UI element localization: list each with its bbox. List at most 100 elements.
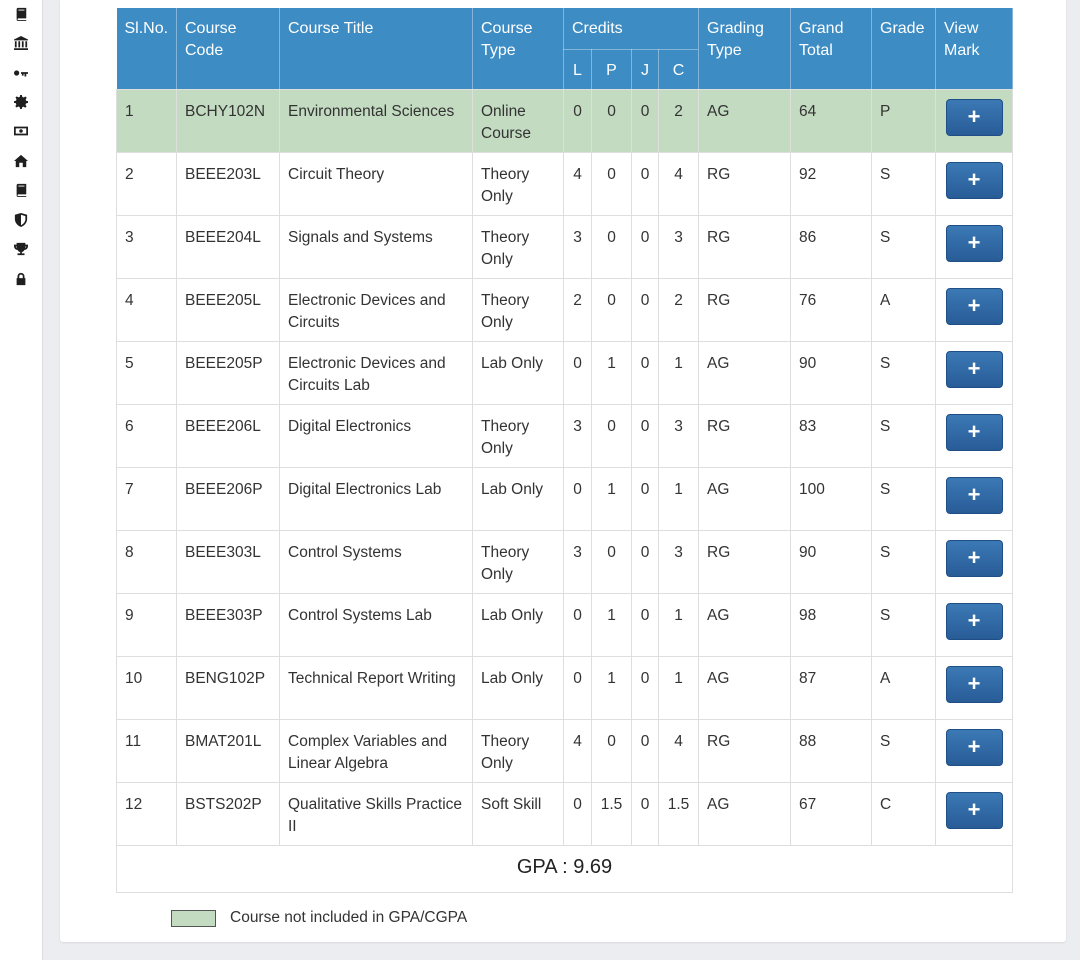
view-mark-button[interactable]: + [945, 413, 1003, 451]
cell-grade: A [871, 277, 936, 342]
cell-course-title: Digital Electronics [279, 403, 473, 468]
cell-course-code: BEEE204L [176, 214, 280, 279]
cell-course-code: BEEE205P [176, 340, 280, 405]
cell-course-title: Technical Report Writing [279, 655, 473, 720]
table-row: 7 BEEE206P Digital Electronics Lab Lab O… [116, 466, 1013, 531]
cell-slno: 12 [116, 781, 177, 846]
cell-grade: A [871, 655, 936, 720]
cell-view-mark: + [935, 592, 1013, 657]
table-row: 6 BEEE206L Digital Electronics Theory On… [116, 403, 1013, 468]
cell-course-code: BEEE206P [176, 466, 280, 531]
trophy-icon[interactable] [13, 241, 29, 257]
home-icon[interactable] [13, 153, 29, 169]
cell-credit-c: 3 [658, 403, 699, 468]
cell-course-title: Electronic Devices and Circuits Lab [279, 340, 473, 405]
book-icon[interactable] [13, 182, 29, 198]
cell-grade: S [871, 340, 936, 405]
shield-icon[interactable] [13, 212, 29, 228]
cell-view-mark: + [935, 88, 1013, 153]
cell-course-type: Lab Only [472, 466, 564, 531]
cell-grade: S [871, 718, 936, 783]
cell-grand-total: 67 [790, 781, 872, 846]
cell-credit-c: 3 [658, 214, 699, 279]
cell-credit-j: 0 [631, 529, 659, 594]
cell-course-type: Theory Only [472, 403, 564, 468]
view-mark-button[interactable]: + [945, 539, 1003, 577]
header-grading-type: Grading Type [698, 8, 791, 89]
gpa-summary: GPA : 9.69 [116, 844, 1013, 893]
cell-slno: 8 [116, 529, 177, 594]
cell-credit-p: 1 [591, 592, 632, 657]
view-mark-button[interactable]: + [945, 287, 1003, 325]
cell-credit-j: 0 [631, 214, 659, 279]
view-mark-button[interactable]: + [945, 224, 1003, 262]
cell-course-type: Theory Only [472, 214, 564, 279]
header-credit-c: C [658, 48, 699, 89]
header-credit-j: J [631, 48, 659, 89]
cell-grade: S [871, 592, 936, 657]
cell-course-code: BENG102P [176, 655, 280, 720]
bank-icon[interactable] [13, 35, 29, 51]
cell-credit-c: 4 [658, 151, 699, 216]
cell-course-code: BCHY102N [176, 88, 280, 153]
book-icon[interactable] [13, 6, 29, 22]
table-row: 11 BMAT201L Complex Variables and Linear… [116, 718, 1013, 783]
cell-grading-type: RG [698, 277, 791, 342]
legend-swatch [171, 909, 216, 927]
cell-credit-p: 0 [591, 529, 632, 594]
cell-credit-j: 0 [631, 718, 659, 783]
cell-credit-l: 3 [563, 529, 592, 594]
gear-icon[interactable] [13, 94, 29, 110]
cell-grand-total: 88 [790, 718, 872, 783]
cell-grading-type: RG [698, 214, 791, 279]
cell-credit-c: 1 [658, 592, 699, 657]
key-icon[interactable] [13, 65, 29, 81]
cell-grading-type: RG [698, 529, 791, 594]
cell-grand-total: 86 [790, 214, 872, 279]
header-credit-p: P [591, 48, 632, 89]
cell-grand-total: 87 [790, 655, 872, 720]
legend: Course not included in GPA/CGPA [171, 909, 467, 927]
cell-slno: 2 [116, 151, 177, 216]
view-mark-button[interactable]: + [945, 350, 1003, 388]
cell-view-mark: + [935, 781, 1013, 846]
cell-slno: 5 [116, 340, 177, 405]
cell-course-title: Complex Variables and Linear Algebra [279, 718, 473, 783]
money-icon[interactable] [13, 123, 29, 139]
cell-credit-p: 0 [591, 88, 632, 153]
view-mark-button[interactable]: + [945, 161, 1003, 199]
lock-icon[interactable] [13, 271, 29, 287]
cell-slno: 4 [116, 277, 177, 342]
cell-course-code: BEEE303L [176, 529, 280, 594]
cell-credit-p: 1.5 [591, 781, 632, 846]
cell-course-code: BEEE205L [176, 277, 280, 342]
cell-credit-p: 0 [591, 214, 632, 279]
cell-view-mark: + [935, 403, 1013, 468]
cell-course-title: Digital Electronics Lab [279, 466, 473, 531]
header-course-type: Course Type [472, 8, 564, 89]
cell-grading-type: AG [698, 88, 791, 153]
header-slno: Sl.No. [116, 8, 177, 89]
view-mark-button[interactable]: + [945, 665, 1003, 703]
view-mark-button[interactable]: + [945, 791, 1003, 829]
cell-credit-c: 1.5 [658, 781, 699, 846]
view-mark-button[interactable]: + [945, 476, 1003, 514]
cell-course-title: Qualitative Skills Practice II [279, 781, 473, 846]
cell-credit-c: 2 [658, 277, 699, 342]
view-mark-button[interactable]: + [945, 602, 1003, 640]
view-mark-button[interactable]: + [945, 728, 1003, 766]
cell-course-code: BSTS202P [176, 781, 280, 846]
cell-credit-p: 1 [591, 340, 632, 405]
cell-course-type: Theory Only [472, 151, 564, 216]
cell-course-title: Control Systems [279, 529, 473, 594]
table-row: 1 BCHY102N Environmental Sciences Online… [116, 88, 1013, 153]
view-mark-button[interactable]: + [945, 98, 1003, 136]
table-row: 8 BEEE303L Control Systems Theory Only 3… [116, 529, 1013, 594]
cell-grand-total: 98 [790, 592, 872, 657]
cell-course-type: Soft Skill [472, 781, 564, 846]
cell-grand-total: 64 [790, 88, 872, 153]
cell-credit-c: 3 [658, 529, 699, 594]
cell-course-title: Environmental Sciences [279, 88, 473, 153]
cell-credit-j: 0 [631, 151, 659, 216]
cell-credit-l: 0 [563, 340, 592, 405]
